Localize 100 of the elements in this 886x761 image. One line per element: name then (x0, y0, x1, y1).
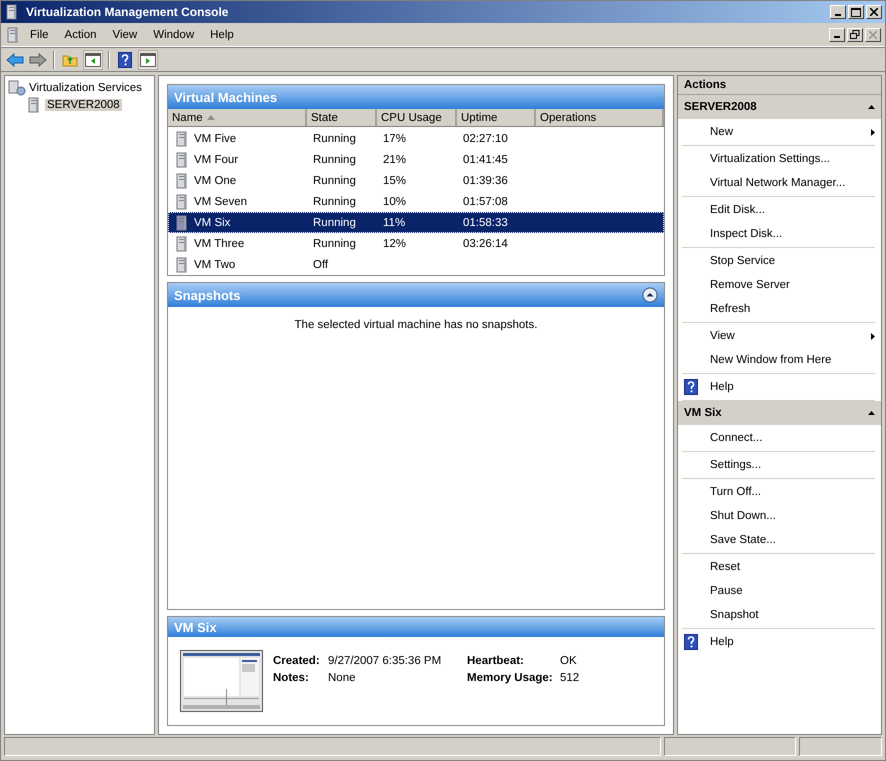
panel-title: VM Six (174, 620, 217, 634)
cpu-cell-text: 15% (382, 174, 408, 186)
collapse-icon[interactable] (868, 105, 875, 109)
task-link[interactable]: Connect... (682, 426, 875, 450)
restore-icon (850, 30, 860, 39)
tree-item[interactable]: SERVER2008 (45, 98, 122, 110)
field-value: OK (560, 655, 578, 667)
show-tree-button[interactable] (83, 50, 103, 70)
submenu-arrow-icon (871, 128, 875, 136)
state-cell-text: Running (312, 238, 357, 250)
panel-title: Virtual Machines (174, 90, 278, 104)
vm-row[interactable]: VM Five Running 17% 02:27:10 (168, 128, 664, 149)
task-link[interactable]: New (682, 120, 875, 144)
task-link[interactable]: Inspect Disk... (682, 222, 875, 246)
task-link[interactable]: Stop Service (682, 249, 875, 273)
minimize-icon (835, 14, 841, 16)
task-link[interactable]: Reset (682, 555, 875, 579)
section-header[interactable]: VM Six (678, 401, 881, 425)
vm-name: VM Six (194, 216, 230, 228)
task-link[interactable]: Help (682, 630, 875, 654)
minimize-button[interactable] (829, 28, 845, 42)
help-icon (118, 52, 132, 68)
column-header[interactable]: State (307, 109, 377, 126)
task-link[interactable]: Help (682, 375, 875, 399)
task-link[interactable]: Virtualization Settings... (682, 147, 875, 171)
state-cell-text: Running (312, 154, 357, 166)
cpu-cell-text: 21% (382, 154, 408, 166)
help-icon (684, 379, 698, 395)
vm-name: VM One (194, 174, 236, 186)
vm-name: VM Four (194, 154, 238, 166)
close-button[interactable] (865, 28, 881, 42)
task-link[interactable]: Virtual Network Manager... (682, 171, 875, 195)
vm-name: VM Three (194, 238, 244, 250)
collapse-icon[interactable] (868, 411, 875, 415)
column-header[interactable]: Name (168, 109, 307, 126)
close-button[interactable] (866, 5, 882, 19)
help-button[interactable] (115, 50, 135, 70)
column-header[interactable]: Uptime (457, 109, 536, 126)
minimize-button[interactable] (830, 5, 846, 19)
tree-item[interactable]: Virtualization Services (8, 79, 151, 96)
task-link[interactable]: Turn Off... (682, 480, 875, 504)
task-link[interactable]: Shut Down... (682, 504, 875, 528)
uptime-cell-text: 03:26:14 (462, 238, 509, 250)
task-link[interactable]: Snapshot (682, 603, 875, 627)
vm-name: VM Five (194, 132, 236, 144)
empty-message: The selected virtual machine has no snapshots. (294, 319, 538, 331)
cpu-cell-text: 10% (382, 196, 408, 208)
state-cell-text: Running (312, 132, 357, 144)
field-value: 512 (560, 672, 580, 684)
menu-item[interactable]: Help (203, 26, 241, 42)
field-label: Memory Usage: (467, 672, 554, 684)
uptime-cell-text: 01:39:36 (462, 174, 509, 186)
vm-row[interactable]: VM Seven Running 10% 01:57:08 (168, 191, 664, 212)
help-icon (684, 634, 698, 650)
maximize-icon (851, 8, 861, 16)
section-header[interactable]: SERVER2008 (678, 95, 881, 119)
task-link[interactable]: Edit Disk... (682, 198, 875, 222)
close-icon (870, 8, 878, 16)
close-icon (869, 30, 877, 38)
menu-item[interactable]: File (23, 26, 56, 42)
cpu-cell-text: 12% (382, 238, 408, 250)
maximize-button[interactable] (848, 5, 864, 19)
vm-row[interactable]: VM One Running 15% 01:39:36 (168, 170, 664, 191)
task-link[interactable]: Pause (682, 579, 875, 603)
uptime-cell-text: 01:58:33 (462, 216, 509, 228)
task-link[interactable]: View (682, 324, 875, 348)
column-header[interactable]: CPU Usage (377, 109, 457, 126)
vm-row[interactable]: VM Two Off (168, 254, 664, 275)
cpu-cell-text: 17% (382, 132, 408, 144)
uptime-cell-text: 01:57:08 (462, 196, 509, 208)
show-actions-button[interactable] (138, 50, 158, 70)
uptime-cell-text: 02:27:10 (462, 132, 509, 144)
panel-title: Snapshots (174, 288, 240, 302)
minimize-icon (834, 36, 840, 38)
restore-button[interactable] (847, 28, 863, 42)
task-link[interactable]: Remove Server (682, 273, 875, 297)
state-cell-text: Running (312, 174, 357, 186)
tree-label: Virtualization Services (29, 82, 142, 94)
task-link[interactable]: Settings... (682, 453, 875, 477)
collapse-button[interactable] (642, 287, 658, 303)
task-link[interactable]: Refresh (682, 297, 875, 321)
vm-row[interactable]: VM Three Running 12% 03:26:14 (168, 233, 664, 254)
menu-item[interactable]: Action (58, 26, 104, 42)
state-cell-text: Running (312, 216, 357, 228)
cpu-cell-text: 11% (382, 216, 406, 228)
vm-name: VM Seven (194, 196, 248, 208)
task-link[interactable]: New Window from Here (682, 348, 875, 372)
window-title: Virtualization Management Console (26, 5, 230, 19)
menu-item[interactable]: View (106, 26, 144, 42)
actions-title: Actions (684, 79, 726, 91)
server-group-icon (8, 80, 26, 96)
field-value: None (328, 672, 356, 684)
uptime-cell-text: 01:41:45 (462, 154, 509, 166)
task-link[interactable]: Save State... (682, 528, 875, 552)
column-header[interactable]: Operations (536, 109, 664, 126)
menu-item[interactable]: Window (146, 26, 202, 42)
vm-row[interactable]: VM Six Running 11% 01:58:33 (168, 212, 664, 233)
vm-name: VM Two (194, 258, 236, 270)
vm-row[interactable]: VM Four Running 21% 01:41:45 (168, 149, 664, 170)
field-value: 9/27/2007 6:35:36 PM (328, 655, 442, 667)
